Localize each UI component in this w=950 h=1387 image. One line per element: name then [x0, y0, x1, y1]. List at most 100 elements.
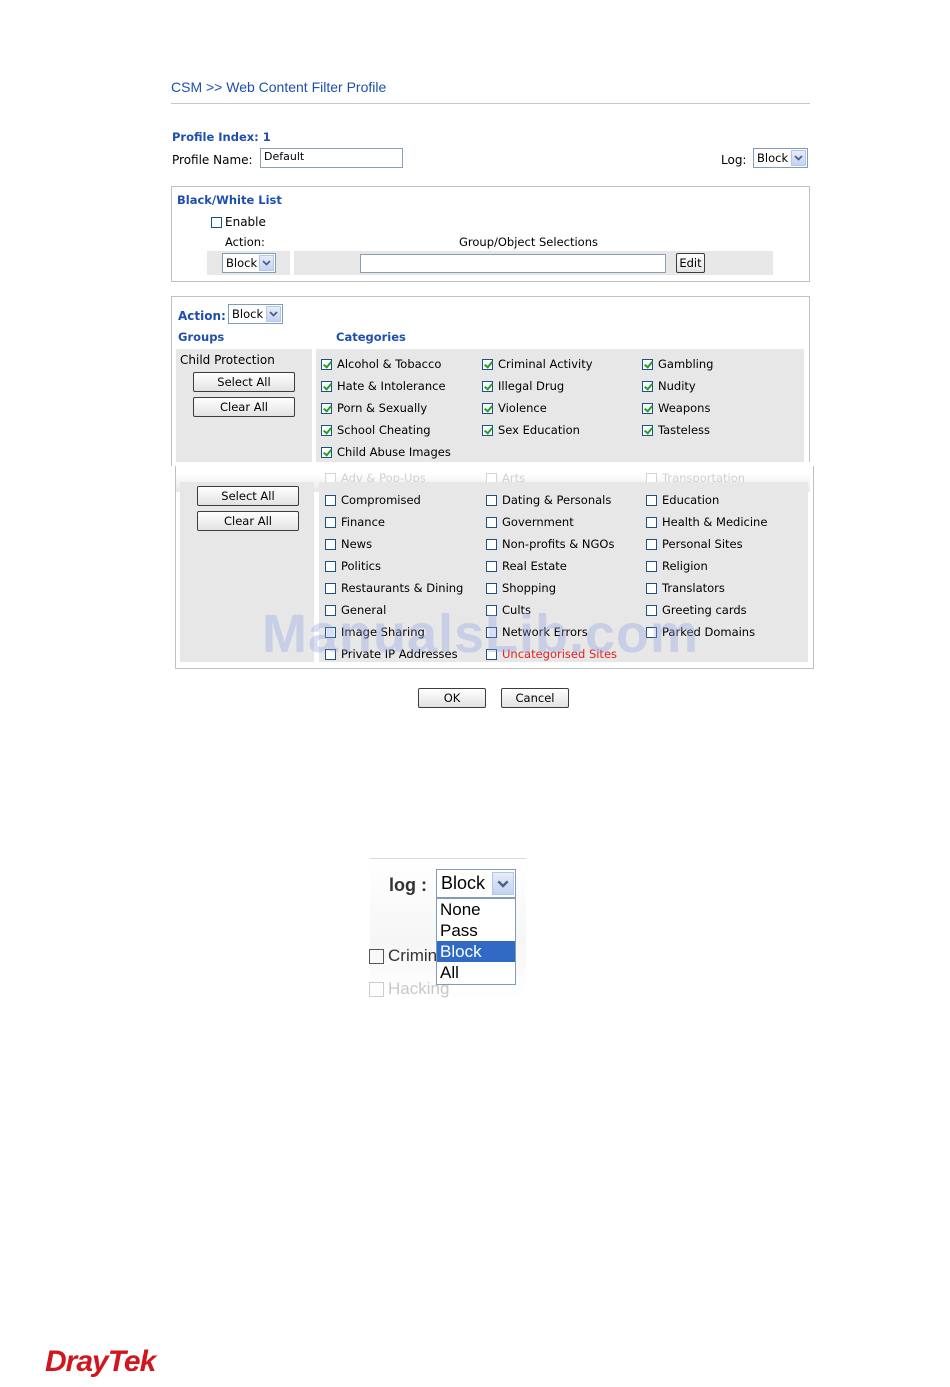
bwlist-enable[interactable]: Enable	[211, 215, 266, 229]
title-divider	[171, 103, 810, 104]
category-label: Religion	[662, 559, 708, 573]
category-item[interactable]: Weapons	[642, 401, 710, 415]
chevron-down-icon	[492, 872, 514, 895]
group2-clear-all-button[interactable]: Clear All	[197, 511, 299, 531]
category-label: Compromised	[341, 493, 421, 507]
category-checkbox[interactable]	[482, 402, 493, 414]
category-checkbox[interactable]	[321, 358, 332, 370]
cancel-button[interactable]: Cancel	[501, 688, 569, 708]
category-label: Translators	[662, 581, 725, 595]
category-item[interactable]: News	[325, 537, 372, 551]
category-label: Gambling	[658, 357, 714, 371]
category-label: Child Abuse Images	[337, 445, 451, 459]
category-checkbox[interactable]	[482, 424, 493, 436]
group1-select-all-button[interactable]: Select All	[193, 372, 295, 392]
edit-button[interactable]: Edit	[676, 253, 705, 273]
draytek-logo: DrayTek	[45, 1345, 156, 1378]
category-item[interactable]: Child Abuse Images	[321, 445, 451, 459]
bwlist-action-select[interactable]: Block	[222, 253, 276, 273]
category-checkbox[interactable]	[642, 424, 653, 436]
log-option-all[interactable]: All	[437, 962, 515, 983]
category-item[interactable]: Education	[646, 493, 719, 507]
category-item[interactable]: Gambling	[642, 357, 713, 371]
profile-name-input[interactable]: Default	[260, 148, 403, 168]
bwlist-enable-checkbox[interactable]	[211, 216, 222, 228]
category-checkbox[interactable]	[321, 402, 332, 414]
category-label: Alcohol & Tobacco	[337, 357, 442, 371]
checkbox-icon	[369, 981, 384, 997]
category-checkbox[interactable]	[642, 380, 653, 392]
category-label: Nudity	[658, 379, 696, 393]
category-checkbox[interactable]	[325, 582, 336, 594]
category-checkbox[interactable]	[646, 582, 657, 594]
category-item[interactable]: Shopping	[486, 581, 556, 595]
chevron-down-icon	[791, 150, 806, 166]
category-checkbox[interactable]	[486, 560, 497, 572]
category-label: Illegal Drug	[498, 379, 565, 393]
category-checkbox[interactable]	[486, 516, 497, 528]
category-item[interactable]: Dating & Personals	[486, 493, 611, 507]
category-item[interactable]: Finance	[325, 515, 385, 529]
category-item[interactable]: Government	[486, 515, 574, 529]
category-checkbox[interactable]	[646, 516, 657, 528]
log-zoom-label: log :	[389, 875, 427, 895]
bwlist-group-input[interactable]	[360, 254, 666, 273]
category-item[interactable]: School Cheating	[321, 423, 431, 437]
group2-select-all-button[interactable]: Select All	[197, 486, 299, 506]
bwlist-action-label: Action:	[225, 235, 265, 249]
category-item[interactable]: Porn & Sexually	[321, 401, 427, 415]
log-zoom-select-value: Block	[441, 873, 486, 893]
category-item[interactable]: Non-profits & NGOs	[486, 537, 614, 551]
category-label: Dating & Personals	[502, 493, 612, 507]
log-select[interactable]: Block	[753, 148, 808, 168]
category-label: Non-profits & NGOs	[502, 537, 615, 551]
category-checkbox[interactable]	[325, 516, 336, 528]
category-item[interactable]: Nudity	[642, 379, 696, 393]
category-checkbox[interactable]	[486, 582, 497, 594]
category-label: Government	[502, 515, 574, 529]
category-checkbox[interactable]	[321, 380, 332, 392]
log-option-pass[interactable]: Pass	[437, 920, 515, 941]
category-item[interactable]: Alcohol & Tobacco	[321, 357, 441, 371]
category-checkbox[interactable]	[642, 358, 653, 370]
category-checkbox[interactable]	[646, 538, 657, 550]
category-item[interactable]: Tasteless	[642, 423, 710, 437]
category-checkbox[interactable]	[325, 538, 336, 550]
log-option-block[interactable]: Block	[437, 941, 515, 962]
category-label: Porn & Sexually	[337, 401, 428, 415]
category-item[interactable]: Religion	[646, 559, 708, 573]
category-item[interactable]: Violence	[482, 401, 547, 415]
category-checkbox[interactable]	[325, 560, 336, 572]
category-label: Tasteless	[658, 423, 710, 437]
category-checkbox[interactable]	[482, 380, 493, 392]
log-select-value: Block	[757, 151, 789, 165]
category-item[interactable]: Sex Education	[482, 423, 580, 437]
category-item[interactable]: Health & Medicine	[646, 515, 767, 529]
log-option-none[interactable]: None	[437, 899, 515, 920]
group1-clear-all-button[interactable]: Clear All	[193, 397, 295, 417]
category-checkbox[interactable]	[486, 494, 497, 506]
page-title: CSM >> Web Content Filter Profile	[171, 79, 387, 95]
category-item[interactable]: Politics	[325, 559, 381, 573]
ok-button[interactable]: OK	[418, 688, 486, 708]
category-item[interactable]: Personal Sites	[646, 537, 743, 551]
category-checkbox[interactable]	[325, 494, 336, 506]
main-action-select[interactable]: Block	[228, 304, 283, 324]
category-checkbox[interactable]	[486, 538, 497, 550]
category-checkbox[interactable]	[646, 494, 657, 506]
category-checkbox[interactable]	[321, 446, 332, 458]
category-item[interactable]: Compromised	[325, 493, 421, 507]
category-item[interactable]: Translators	[646, 581, 725, 595]
category-item[interactable]: Hate & Intolerance	[321, 379, 446, 393]
category-item[interactable]: Real Estate	[486, 559, 567, 573]
category-checkbox[interactable]	[321, 424, 332, 436]
category-item[interactable]: Restaurants & Dining	[325, 581, 463, 595]
category-item[interactable]: Criminal Activity	[482, 357, 593, 371]
category-checkbox[interactable]	[642, 402, 653, 414]
category-label: Personal Sites	[662, 537, 743, 551]
category-checkbox[interactable]	[482, 358, 493, 370]
log-zoom-behind-1: Crimin	[369, 946, 437, 966]
category-checkbox[interactable]	[646, 560, 657, 572]
log-zoom-select[interactable]: Block	[436, 869, 516, 898]
category-item[interactable]: Illegal Drug	[482, 379, 564, 393]
